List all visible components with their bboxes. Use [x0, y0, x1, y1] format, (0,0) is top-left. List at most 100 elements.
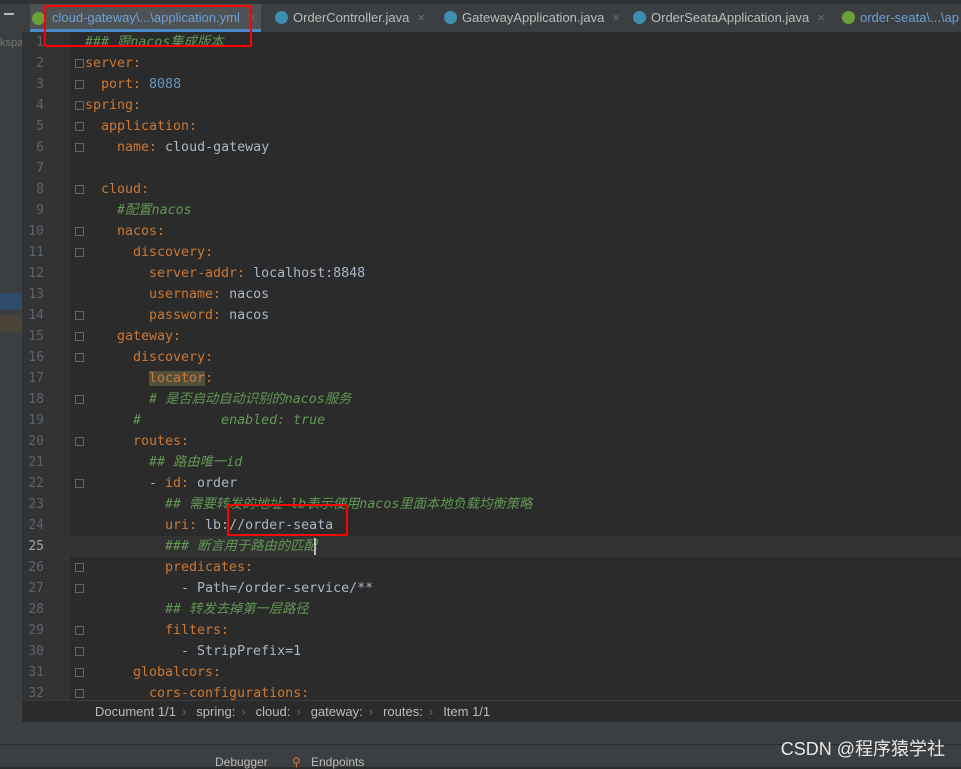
code-token: discovery — [133, 350, 206, 365]
code-line: - StripPrefix=1 — [181, 641, 301, 662]
breadcrumb-item[interactable]: spring: — [196, 704, 235, 719]
code-token: locator — [149, 371, 206, 386]
chevron-right-icon: › — [428, 704, 434, 719]
code-token: application — [101, 119, 190, 134]
breadcrumb-item[interactable]: gateway: — [311, 704, 363, 719]
close-icon[interactable]: × — [417, 10, 425, 25]
line-number: 30 — [28, 644, 44, 659]
fold-marker-icon[interactable] — [75, 647, 84, 656]
line-number: 4 — [36, 98, 44, 113]
code-token: discovery — [133, 245, 206, 260]
code-token: filters — [165, 623, 222, 638]
watermark: CSDN @程序猿学社 — [780, 739, 945, 759]
code-line: gateway: — [117, 326, 181, 347]
text-caret — [314, 538, 316, 555]
annotation-box — [44, 5, 252, 47]
code-token: : — [237, 266, 254, 281]
fold-marker-icon[interactable] — [75, 227, 84, 236]
tab-label: order-seata\...\ap — [860, 10, 959, 25]
tab-order-seata-application-yml[interactable]: order-seata\...\ap — [842, 4, 959, 32]
breadcrumb-item[interactable]: Item 1/1 — [443, 704, 490, 719]
selected-row[interactable] — [0, 293, 22, 310]
line-number: 6 — [36, 140, 44, 155]
code-line: # 是否启动自动识别的nacos服务 — [149, 389, 351, 410]
fold-marker-icon[interactable] — [75, 332, 84, 341]
debugger-tab[interactable]: Debugger — [215, 755, 268, 769]
fold-marker-icon[interactable] — [75, 122, 84, 131]
code-token: : — [205, 371, 214, 386]
fold-marker-icon[interactable] — [75, 563, 84, 572]
chevron-right-icon: › — [296, 704, 301, 719]
fold-marker-icon[interactable] — [75, 437, 84, 446]
fold-marker-icon[interactable] — [75, 689, 84, 698]
line-number: 25 — [28, 539, 44, 554]
code-token: password — [149, 308, 214, 323]
fold-marker-icon[interactable] — [75, 626, 84, 635]
line-number: 17 — [28, 371, 44, 386]
breadcrumb: Document 1/1 › spring: › cloud: › gateway: › rou… — [22, 700, 961, 723]
code-token: cloud-gateway — [165, 140, 270, 155]
code-line: cloud: — [101, 179, 149, 200]
panel-label: kspa — [0, 37, 24, 49]
code-token: : — [133, 56, 142, 71]
code-token: ## 转发去掉第一层路径 — [165, 602, 309, 617]
line-number: 8 — [36, 182, 44, 197]
close-icon[interactable]: × — [817, 10, 825, 25]
annotation-box — [227, 504, 348, 536]
line-number: 16 — [28, 350, 44, 365]
code-token: : — [213, 665, 222, 680]
code-token: nacos — [117, 224, 158, 239]
code-token: port — [101, 77, 134, 92]
fold-marker-icon[interactable] — [75, 353, 84, 362]
fold-marker-icon[interactable] — [75, 479, 84, 488]
code-token: ## 需要转发的地址 lb表示使用nacos里面本地负载均衡策略 — [165, 497, 533, 512]
breadcrumb-item[interactable]: routes: — [383, 704, 423, 719]
spring-leaf-icon — [842, 11, 855, 24]
code-line: - Path=/order-service/** — [181, 578, 373, 599]
highlighted-row[interactable] — [0, 315, 22, 332]
line-number: 28 — [28, 602, 44, 617]
tab-gateway-application[interactable]: GatewayApplication.java × — [444, 4, 620, 32]
code-token: : — [189, 518, 206, 533]
code-token: : — [173, 329, 182, 344]
class-icon — [275, 11, 288, 24]
breadcrumb-item[interactable]: cloud: — [256, 704, 291, 719]
code-token: spring — [85, 98, 134, 113]
code-token: name — [117, 140, 150, 155]
code-token: 8088 — [149, 77, 182, 92]
spring-boot-class-icon — [633, 11, 646, 24]
code-token: : — [181, 476, 198, 491]
code-line: ## 需要转发的地址 lb表示使用nacos里面本地负载均衡策略 — [165, 494, 532, 515]
minimize-icon[interactable] — [4, 13, 14, 15]
code-line: ### 断言用于路由的匹配 — [165, 536, 317, 557]
endpoints-tab[interactable]: Endpoints — [311, 755, 364, 769]
code-token: : — [213, 287, 230, 302]
line-number: 13 — [28, 287, 44, 302]
fold-marker-icon[interactable] — [75, 59, 84, 68]
code-token: : — [141, 182, 150, 197]
fold-marker-icon[interactable] — [75, 101, 84, 110]
code-token: uri — [165, 518, 190, 533]
breadcrumb-item[interactable]: Document 1/1 — [95, 704, 176, 719]
code-token: order — [197, 476, 238, 491]
line-number: 15 — [28, 329, 44, 344]
fold-marker-icon[interactable] — [75, 248, 84, 257]
fold-marker-icon[interactable] — [75, 185, 84, 194]
tab-order-seata-application[interactable]: OrderSeataApplication.java × — [633, 4, 825, 32]
close-icon[interactable]: × — [612, 10, 620, 25]
fold-marker-icon[interactable] — [75, 143, 84, 152]
code-token: localhost:8848 — [253, 266, 366, 281]
fold-marker-icon[interactable] — [75, 584, 84, 593]
fold-marker-icon[interactable] — [75, 668, 84, 677]
fold-marker-icon[interactable] — [75, 311, 84, 320]
tab-label: OrderController.java — [293, 10, 410, 25]
code-line: #配置nacos — [117, 200, 192, 221]
chevron-right-icon: › — [368, 704, 374, 719]
tab-order-controller[interactable]: OrderController.java × — [275, 4, 425, 32]
fold-marker-icon[interactable] — [75, 395, 84, 404]
fold-marker-icon[interactable] — [75, 80, 84, 89]
code-token: ## 路由唯一id — [149, 455, 243, 470]
code-line: port: 8088 — [101, 74, 181, 95]
code-token: : — [205, 350, 214, 365]
code-token: nacos — [229, 308, 270, 323]
